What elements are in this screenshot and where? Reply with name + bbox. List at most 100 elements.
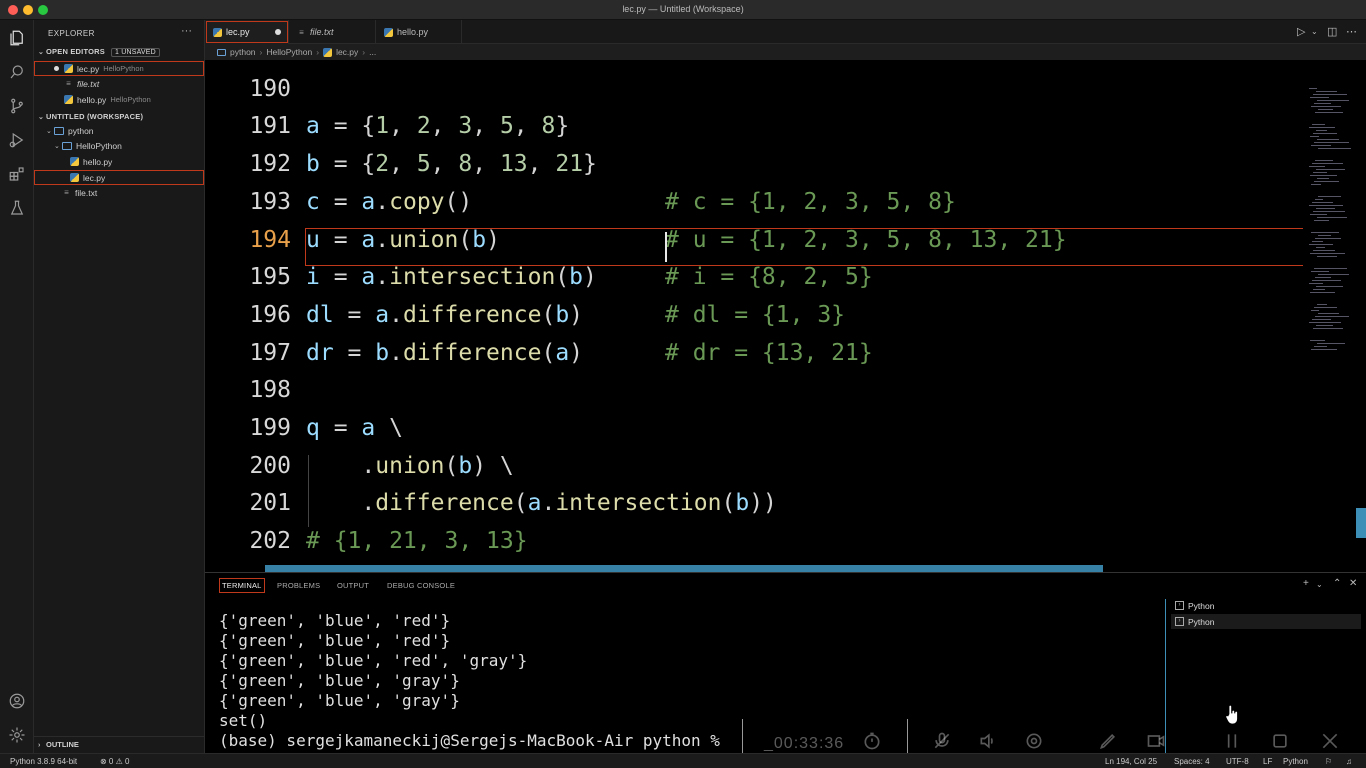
outline-header[interactable]: › OUTLINE xyxy=(38,740,79,749)
search-icon[interactable] xyxy=(7,62,27,82)
minimap-line xyxy=(1315,238,1341,239)
more-actions-icon[interactable]: ··· xyxy=(181,25,192,37)
chevron-down-icon: ⌄ xyxy=(54,142,60,150)
stop-icon[interactable] xyxy=(1270,731,1290,751)
open-editor-name: file.txt xyxy=(77,78,100,89)
unsaved-dot-icon[interactable] xyxy=(275,29,281,35)
folder-python[interactable]: ⌄ python xyxy=(34,123,204,138)
tab-terminal[interactable]: TERMINAL xyxy=(219,578,265,593)
notifications-bell-icon[interactable]: ♫ xyxy=(1346,757,1352,766)
tab-lec-py[interactable]: lec.py xyxy=(205,20,289,44)
feedback-icon[interactable]: ⚐ xyxy=(1325,757,1332,766)
problems-count[interactable]: ⊗ 0 ⚠ 0 xyxy=(100,757,129,766)
breadcrumb-item[interactable]: python xyxy=(230,47,256,57)
open-editor-desc: HelloPython xyxy=(110,95,151,104)
maximize-panel-icon[interactable]: ⌃ xyxy=(1333,578,1341,589)
run-debug-icon[interactable] xyxy=(7,130,27,150)
breadcrumb-item[interactable]: lec.py xyxy=(336,47,358,57)
account-icon[interactable] xyxy=(7,691,27,711)
source-control-icon[interactable] xyxy=(7,96,27,116)
playback-time: _00:33:36 xyxy=(764,735,845,752)
text-cursor xyxy=(665,232,667,262)
encoding[interactable]: UTF-8 xyxy=(1226,757,1249,766)
minimap-line xyxy=(1316,130,1327,131)
minimap-line xyxy=(1317,139,1339,140)
pencil-icon[interactable] xyxy=(1098,731,1118,751)
speaker-icon[interactable] xyxy=(978,731,998,751)
chevron-down-icon[interactable]: ⌄ xyxy=(1311,27,1318,36)
code-line: b = {2, 5, 8, 13, 21} xyxy=(306,151,597,177)
breadcrumb: python › HelloPython › lec.py › ... xyxy=(205,44,1366,60)
open-editor-lec-py[interactable]: lec.py HelloPython xyxy=(34,61,204,76)
split-editor-icon[interactable]: ◫ xyxy=(1327,25,1337,38)
language-mode[interactable]: Python xyxy=(1283,757,1308,766)
open-editor-file-txt[interactable]: ≡ file.txt xyxy=(34,76,204,91)
close-icon[interactable] xyxy=(1320,731,1340,751)
minimap-line xyxy=(1315,316,1349,317)
folder-hellopython[interactable]: ⌄ HelloPython xyxy=(34,138,204,153)
code-comment: # c = {1, 2, 3, 5, 8} xyxy=(665,189,956,215)
terminal-prompt[interactable]: (base) sergejkamaneckij@Sergejs-MacBook-… xyxy=(219,731,720,750)
settings-gear-icon[interactable] xyxy=(7,725,27,745)
mute-microphone-icon[interactable] xyxy=(932,731,952,751)
breadcrumb-item[interactable]: HelloPython xyxy=(266,47,312,57)
terminal-line: set() xyxy=(219,711,268,730)
cursor-position[interactable]: Ln 194, Col 25 xyxy=(1105,757,1157,766)
minimap-line xyxy=(1317,256,1337,257)
open-editors-header[interactable]: ⌄ OPEN EDITORS 1 UNSAVED xyxy=(38,47,160,57)
code-line: a = {1, 2, 3, 5, 8} xyxy=(306,113,570,139)
more-actions-icon[interactable]: ⋯ xyxy=(1346,25,1357,38)
file-file-txt[interactable]: ≡ file.txt xyxy=(34,185,204,200)
code-editor[interactable]: 189 190 191 a = {1, 2, 3, 5, 8} 192 b = {2, 5… xyxy=(205,60,1366,572)
terminal-instance[interactable]: › Python xyxy=(1171,598,1361,613)
workspace-header[interactable]: ⌄ UNTITLED (WORKSPACE) xyxy=(38,112,143,121)
run-file-icon[interactable]: ▷ xyxy=(1297,25,1305,38)
close-panel-icon[interactable]: ✕ xyxy=(1349,578,1357,589)
minimap[interactable] xyxy=(1303,60,1355,572)
minimap-line xyxy=(1318,313,1339,314)
minimap-line xyxy=(1311,310,1319,311)
minimap-line xyxy=(1318,109,1333,110)
pause-icon[interactable] xyxy=(1222,731,1242,751)
chevron-down-icon: ⌄ xyxy=(38,114,45,121)
indentation[interactable]: Spaces: 4 xyxy=(1174,757,1210,766)
code-line: .union(b) \ xyxy=(306,453,514,479)
code-line: u = a.union(b) xyxy=(306,227,500,253)
minimap-line xyxy=(1317,304,1327,305)
text-file-icon: ≡ xyxy=(64,188,69,197)
timer-icon[interactable] xyxy=(862,731,882,751)
minimap-line xyxy=(1312,202,1333,203)
terminal-instance-label: Python xyxy=(1188,600,1215,611)
settings-gear-icon[interactable] xyxy=(1024,731,1044,751)
chevron-down-icon[interactable]: ⌄ xyxy=(1316,580,1323,589)
python-interpreter[interactable]: Python 3.8.9 64-bit xyxy=(10,757,77,766)
window-title: lec.py — Untitled (Workspace) xyxy=(622,4,744,14)
testing-icon[interactable] xyxy=(7,198,27,218)
tab-file-txt[interactable]: ≡ file.txt xyxy=(289,20,376,44)
new-terminal-icon[interactable]: + xyxy=(1303,578,1309,589)
folder-name: python xyxy=(68,125,94,136)
status-bar: Python 3.8.9 64-bit ⊗ 0 ⚠ 0 Ln 194, Col … xyxy=(0,753,1366,768)
code-line: .difference(a.intersection(b)) xyxy=(306,490,777,516)
camera-icon[interactable] xyxy=(1146,731,1166,751)
end-of-line[interactable]: LF xyxy=(1263,757,1272,766)
line-number: 190 xyxy=(249,76,291,102)
file-lec-py[interactable]: lec.py xyxy=(34,170,204,185)
tab-output[interactable]: OUTPUT xyxy=(337,581,369,590)
unsaved-dot-icon xyxy=(54,66,59,71)
horizontal-scrollbar[interactable] xyxy=(265,565,1103,572)
vertical-scrollbar[interactable] xyxy=(1356,508,1366,538)
minimap-line xyxy=(1313,250,1335,251)
terminal-instance[interactable]: › Python xyxy=(1171,614,1361,629)
tab-hello-py[interactable]: hello.py xyxy=(376,20,462,44)
breadcrumb-item[interactable]: ... xyxy=(369,47,376,57)
explorer-icon[interactable] xyxy=(7,28,27,48)
file-hello-py[interactable]: hello.py xyxy=(34,154,204,169)
tab-debug-console[interactable]: DEBUG CONSOLE xyxy=(387,581,455,590)
minimap-line xyxy=(1310,340,1325,341)
python-file-icon xyxy=(323,47,333,57)
open-editor-hello-py[interactable]: hello.py HelloPython xyxy=(34,92,204,107)
tab-label: lec.py xyxy=(226,27,250,37)
extensions-icon[interactable] xyxy=(7,164,27,184)
tab-problems[interactable]: PROBLEMS xyxy=(277,581,320,590)
